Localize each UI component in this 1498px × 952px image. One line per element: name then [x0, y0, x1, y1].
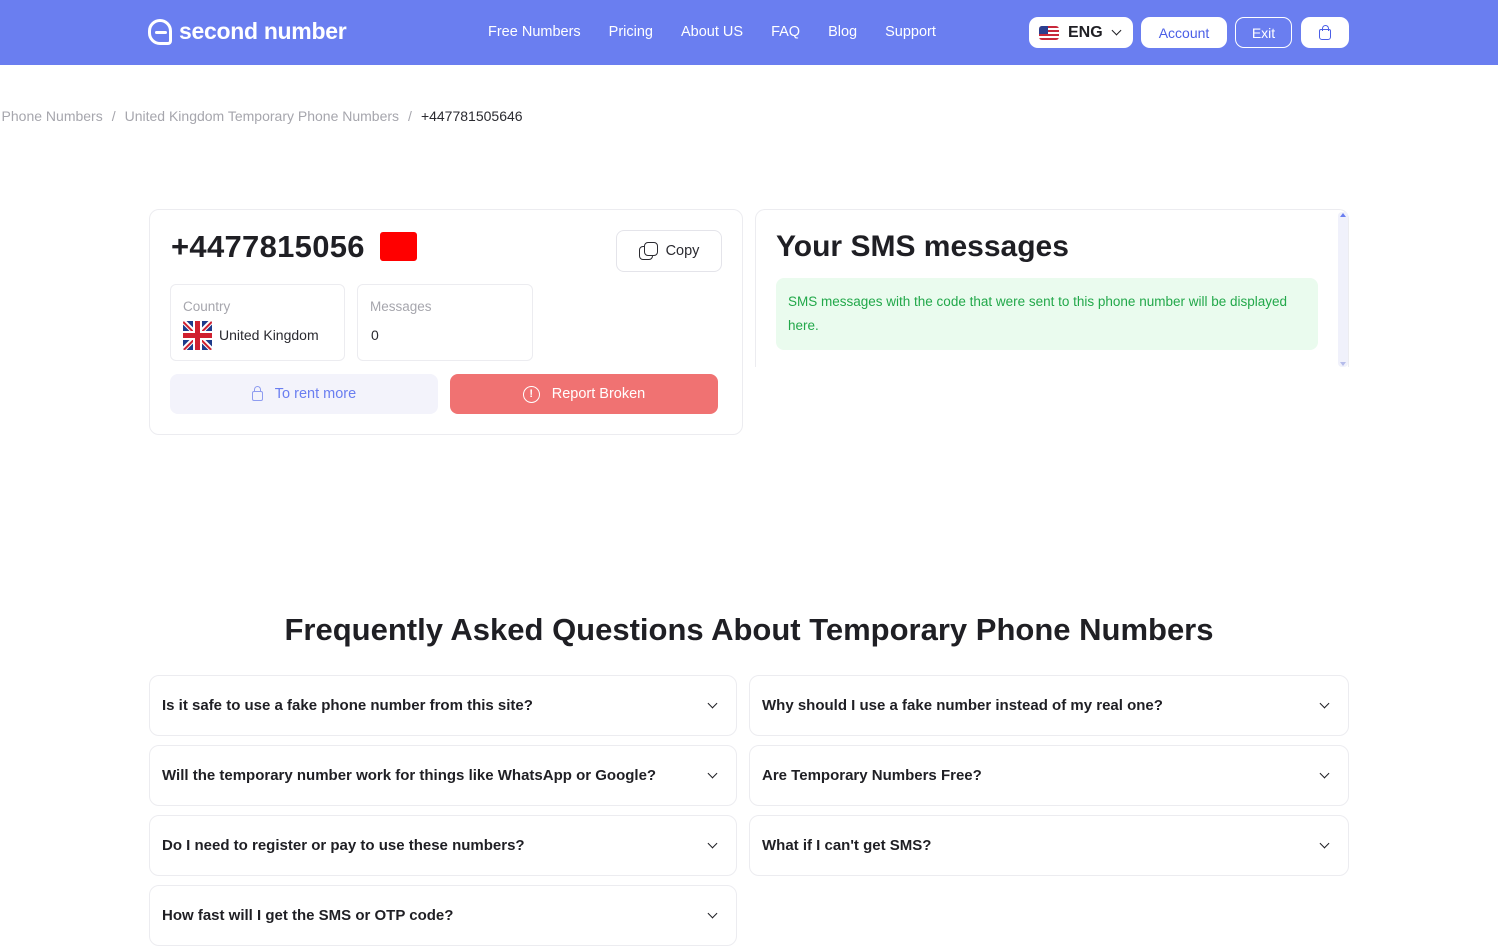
chevron-down-icon: [707, 698, 718, 709]
account-button[interactable]: Account: [1141, 17, 1227, 48]
logo[interactable]: second number: [148, 18, 347, 45]
uk-flag-icon: [183, 321, 212, 350]
faq-item[interactable]: How fast will I get the SMS or OTP code?: [149, 885, 737, 946]
faq-question: How fast will I get the SMS or OTP code?: [162, 907, 454, 924]
report-broken-button[interactable]: ! Report Broken: [450, 374, 718, 414]
us-flag-icon: [1039, 25, 1059, 40]
logo-icon: [148, 18, 172, 45]
main-nav: Free Numbers Pricing About US FAQ Blog S…: [488, 24, 964, 40]
nav-support[interactable]: Support: [885, 24, 936, 40]
nav-pricing[interactable]: Pricing: [609, 24, 653, 40]
chevron-down-icon: [1319, 698, 1330, 709]
phone-number: +4477815056: [171, 229, 365, 264]
breadcrumb-item[interactable]: United Kingdom Temporary Phone Numbers: [125, 108, 399, 124]
shopping-bag-icon: [1319, 24, 1331, 40]
language-selector[interactable]: ENG: [1029, 17, 1133, 48]
faq-item[interactable]: Why should I use a fake number instead o…: [749, 675, 1349, 736]
breadcrumb: ry Phone Numbers / United Kingdom Temporar…: [0, 108, 523, 124]
faq-item[interactable]: Is it safe to use a fake phone number fr…: [149, 675, 737, 736]
exit-button[interactable]: Exit: [1235, 17, 1292, 48]
messages-box: Messages 0: [357, 284, 533, 361]
messages-count: 0: [371, 327, 379, 343]
nav-free-numbers[interactable]: Free Numbers: [488, 24, 581, 40]
faq-item[interactable]: Will the temporary number work for thing…: [149, 745, 737, 806]
warning-icon: !: [522, 385, 540, 403]
breadcrumb-separator: /: [408, 108, 412, 124]
breadcrumb-separator: /: [111, 108, 116, 124]
sms-scrollbar[interactable]: [1338, 212, 1348, 367]
chevron-down-icon: [1319, 838, 1330, 849]
country-label: Country: [183, 299, 231, 314]
messages-label: Messages: [370, 299, 432, 314]
copy-button[interactable]: Copy: [616, 230, 722, 272]
chevron-down-icon: [1319, 768, 1330, 779]
chevron-down-icon: [1111, 25, 1122, 36]
logo-text: second number: [179, 18, 347, 44]
cart-button[interactable]: [1301, 17, 1349, 48]
chevron-down-icon: [707, 838, 718, 849]
lock-icon: [251, 386, 263, 401]
faq-title: Frequently Asked Questions About Tempora…: [284, 612, 1214, 647]
chevron-down-icon: [707, 908, 718, 919]
redaction-mark: [380, 232, 417, 261]
chevron-down-icon: [707, 768, 718, 779]
faq-item[interactable]: Are Temporary Numbers Free?: [749, 745, 1349, 806]
faq-question: What if I can't get SMS?: [762, 837, 932, 854]
faq-item[interactable]: What if I can't get SMS?: [749, 815, 1349, 876]
nav-about-us[interactable]: About US: [681, 24, 743, 40]
breadcrumb-item[interactable]: ry Phone Numbers: [0, 108, 103, 124]
copy-label: Copy: [665, 243, 700, 259]
country-value: United Kingdom: [219, 327, 319, 343]
breadcrumb-current: +447781505646: [420, 108, 523, 124]
copy-icon: [638, 242, 658, 260]
sms-title: Your SMS messages: [776, 230, 1069, 263]
faq-question: Are Temporary Numbers Free?: [762, 767, 982, 784]
nav-faq[interactable]: FAQ: [771, 24, 800, 40]
faq-question: Do I need to register or pay to use thes…: [162, 837, 525, 854]
rent-more-label: To rent more: [274, 386, 357, 402]
country-box: Country United Kingdom: [170, 284, 345, 361]
site-header: second number Free Numbers Pricing About…: [0, 0, 1498, 65]
nav-blog[interactable]: Blog: [828, 24, 857, 40]
report-broken-label: Report Broken: [551, 386, 646, 402]
faq-question: Is it safe to use a fake phone number fr…: [162, 697, 533, 714]
language-label: ENG: [1068, 23, 1103, 41]
faq-item[interactable]: Do I need to register or pay to use thes…: [149, 815, 737, 876]
faq-question: Why should I use a fake number instead o…: [762, 697, 1163, 714]
scroll-up-arrow-icon[interactable]: [1340, 213, 1346, 217]
sms-empty-note: SMS messages with the code that were sen…: [776, 278, 1318, 350]
faq-question: Will the temporary number work for thing…: [162, 767, 657, 784]
scroll-down-arrow-icon[interactable]: [1340, 362, 1346, 366]
rent-more-button[interactable]: To rent more: [170, 374, 438, 414]
